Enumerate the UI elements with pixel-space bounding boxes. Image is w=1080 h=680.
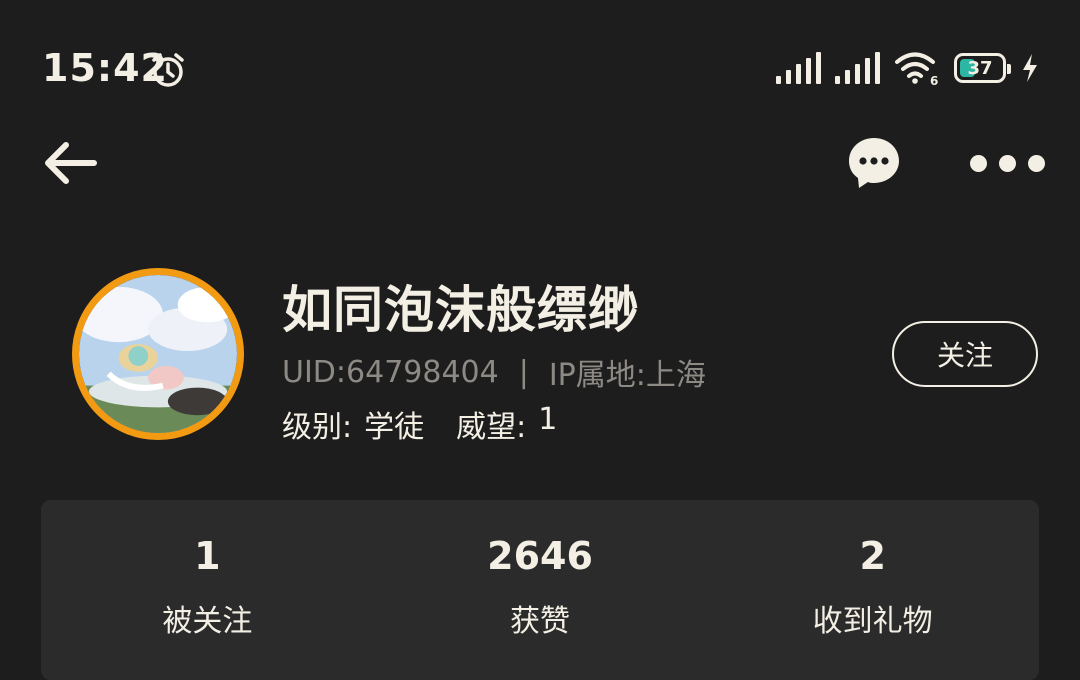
ip-location: IP属地:上海 [548, 358, 706, 393]
alarm-icon [152, 53, 184, 87]
wifi-icon: 6 [895, 52, 938, 86]
username: 如同泡沫般缥缈 [282, 281, 639, 339]
stat-value: 2646 [487, 534, 593, 578]
level-label: 级别: [282, 410, 353, 445]
signal-icon [776, 52, 821, 84]
stat-label: 收到礼物 [812, 604, 933, 639]
user-level-row: 级别: 学徒 威望: 1 [282, 402, 557, 446]
more-dots-icon[interactable] [970, 148, 1054, 178]
message-bubble-icon[interactable] [846, 135, 902, 191]
stat-value: 1 [194, 534, 221, 578]
back-arrow-icon[interactable] [40, 135, 100, 191]
wifi-badge: 6 [930, 74, 938, 86]
prestige-label: 威望: [456, 410, 527, 445]
stat-label: 被关注 [162, 604, 253, 639]
stat-gifts[interactable]: 2 收到礼物 [706, 500, 1039, 680]
battery-level: 37 [967, 57, 993, 79]
level-value: 学徒 [364, 410, 425, 445]
meta-separator: | [518, 354, 529, 390]
stat-value: 2 [859, 534, 886, 578]
follow-button[interactable]: 关注 [892, 321, 1038, 387]
prestige-value: 1 [538, 402, 558, 437]
avatar[interactable] [72, 268, 244, 440]
battery-icon: 37 [954, 53, 1011, 83]
status-icons: 6 37 [776, 48, 1040, 88]
signal-icon [835, 52, 880, 84]
uid-text: UID:64798404 [282, 354, 499, 390]
stat-label: 获赞 [510, 604, 570, 639]
charging-icon [1023, 54, 1037, 82]
user-meta: UID:64798404 | IP属地:上海 [282, 350, 706, 394]
stat-followers[interactable]: 1 被关注 [41, 500, 374, 680]
stat-likes[interactable]: 2646 获赞 [374, 500, 707, 680]
stats-card: 1 被关注 2646 获赞 2 收到礼物 [41, 500, 1039, 680]
